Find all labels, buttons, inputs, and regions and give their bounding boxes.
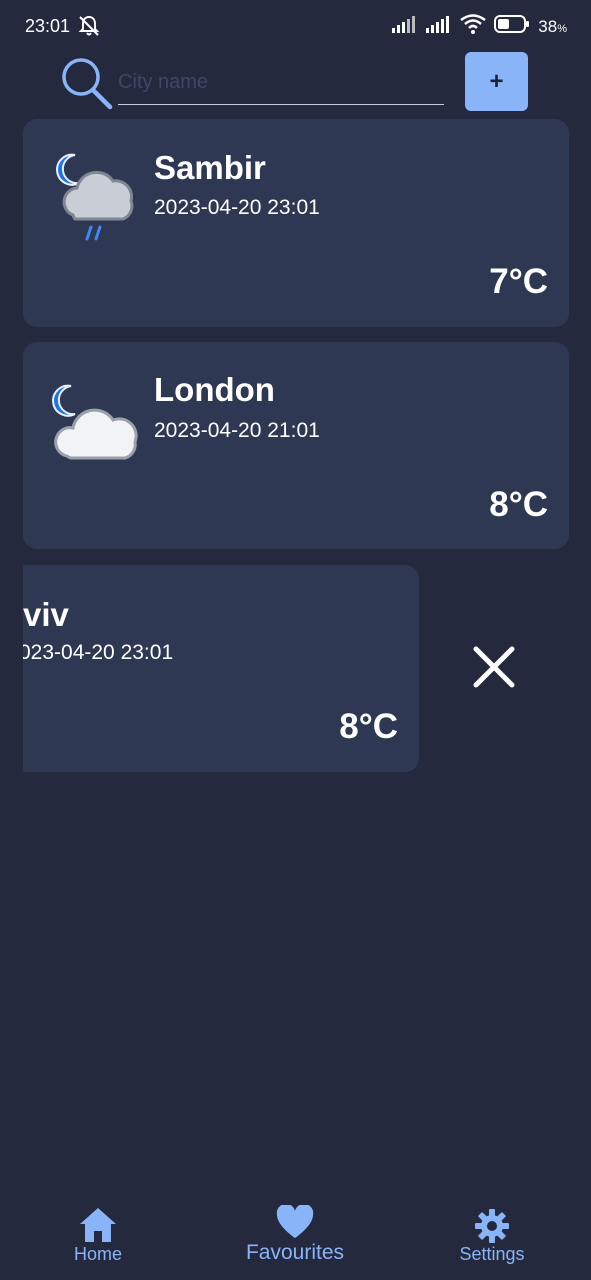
card-city: viv [23, 596, 69, 633]
bottom-navigation: Home Favourites Settings [0, 1195, 591, 1280]
night-cloud-rain-icon [51, 151, 141, 252]
search-row: + [60, 52, 530, 114]
nav-favourites[interactable]: Favourites [235, 1203, 355, 1265]
battery-icon [494, 14, 530, 39]
city-card-sambir[interactable]: Sambir 2023-04-20 23:01 7°C [23, 119, 569, 327]
nav-settings-label: Settings [459, 1244, 525, 1264]
notifications-muted-icon [77, 14, 101, 43]
card-city: London [154, 371, 275, 408]
card-datetime: 2023-04-20 21:01 [154, 419, 320, 442]
nav-favourites-label: Favourites [245, 1241, 345, 1264]
signal-1-icon [392, 15, 418, 38]
search-icon[interactable] [60, 55, 114, 116]
delete-city-icon[interactable] [472, 646, 516, 693]
card-temperature: 7°C [489, 262, 548, 301]
status-time: 23:01 [25, 16, 71, 36]
card-city: Sambir [154, 149, 266, 186]
add-city-button[interactable]: + [465, 52, 528, 111]
status-bar: 23:01 38% [0, 0, 591, 54]
signal-2-icon [426, 15, 452, 38]
city-card-london[interactable]: London 2023-04-20 21:01 8°C [23, 342, 569, 549]
card-temperature: 8°C [339, 707, 398, 746]
heart-icon [235, 1203, 355, 1241]
battery-unit: % [557, 22, 567, 35]
card-temperature: 8°C [489, 485, 548, 524]
city-name-input[interactable] [118, 60, 444, 105]
night-cloud-icon [47, 382, 143, 469]
nav-home-label: Home [73, 1244, 122, 1264]
card-datetime: 023-04-20 23:01 [23, 641, 174, 664]
nav-home[interactable]: Home [58, 1206, 138, 1265]
card-datetime: 2023-04-20 23:01 [154, 196, 320, 219]
nav-settings[interactable]: Settings [452, 1208, 532, 1265]
home-icon [58, 1206, 138, 1244]
gear-icon [452, 1208, 532, 1244]
wifi-icon [460, 14, 487, 39]
battery-value: 38 [538, 16, 558, 36]
city-card-swiped[interactable]: viv 023-04-20 23:01 8°C [23, 565, 419, 772]
battery-percent: 38% [538, 17, 567, 37]
